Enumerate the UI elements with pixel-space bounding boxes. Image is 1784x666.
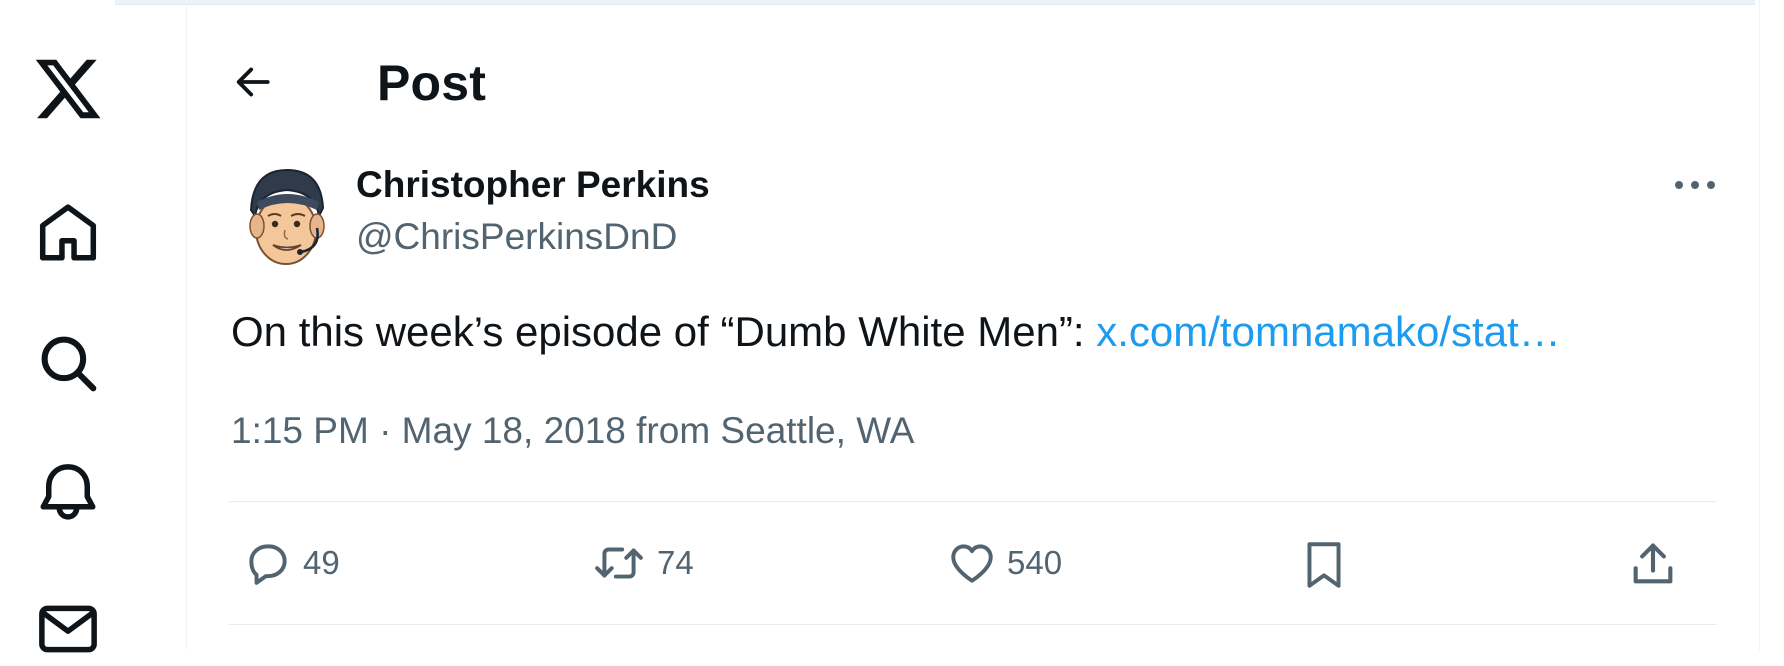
bookmark-button[interactable] <box>1299 538 1349 592</box>
page-title: Post <box>377 55 487 111</box>
share-upload-icon <box>1633 543 1673 584</box>
reply-count: 49 <box>303 544 340 581</box>
repost-count: 74 <box>657 544 694 581</box>
reply-button[interactable]: 49 <box>243 538 340 588</box>
avatar[interactable] <box>235 158 339 266</box>
like-count: 540 <box>1007 544 1063 581</box>
x-logo-icon[interactable] <box>28 46 108 126</box>
repost-icon <box>595 547 643 579</box>
post-detail: Post Christopher Perkins @ChrisPerkinsDn… <box>187 0 1760 650</box>
search-icon[interactable] <box>28 326 108 400</box>
notifications-bell-icon[interactable] <box>28 456 108 530</box>
arrow-left-icon <box>236 67 270 97</box>
page-header: Post <box>187 40 1759 124</box>
tweet-text: On this week’s episode of “Dumb White Me… <box>231 306 1731 358</box>
heart-icon <box>951 544 993 583</box>
divider <box>229 624 1717 625</box>
author-name[interactable]: Christopher Perkins <box>356 164 710 206</box>
bookmark-icon <box>1307 542 1341 588</box>
tweet-link[interactable]: x.com/tomnamako/stat… <box>1096 308 1560 355</box>
tweet-actions: 49 74 540 <box>187 520 1759 610</box>
author-handle[interactable]: @ChrisPerkinsDnD <box>356 216 677 258</box>
divider <box>229 501 1717 502</box>
tweet-timestamp[interactable]: 1:15 PM · May 18, 2018 from Seattle, WA <box>231 410 914 452</box>
more-dots-icon <box>1675 181 1715 189</box>
home-icon[interactable] <box>28 196 108 270</box>
messages-mail-icon[interactable] <box>28 592 108 666</box>
back-button[interactable] <box>231 60 275 104</box>
tweet-body: On this week’s episode of “Dumb White Me… <box>231 308 1097 355</box>
share-button[interactable] <box>1627 538 1679 590</box>
more-options-button[interactable] <box>1667 168 1723 202</box>
reply-icon <box>249 544 287 585</box>
left-navigation <box>0 0 187 653</box>
like-button[interactable]: 540 <box>947 538 1062 588</box>
repost-button[interactable]: 74 <box>591 538 694 588</box>
